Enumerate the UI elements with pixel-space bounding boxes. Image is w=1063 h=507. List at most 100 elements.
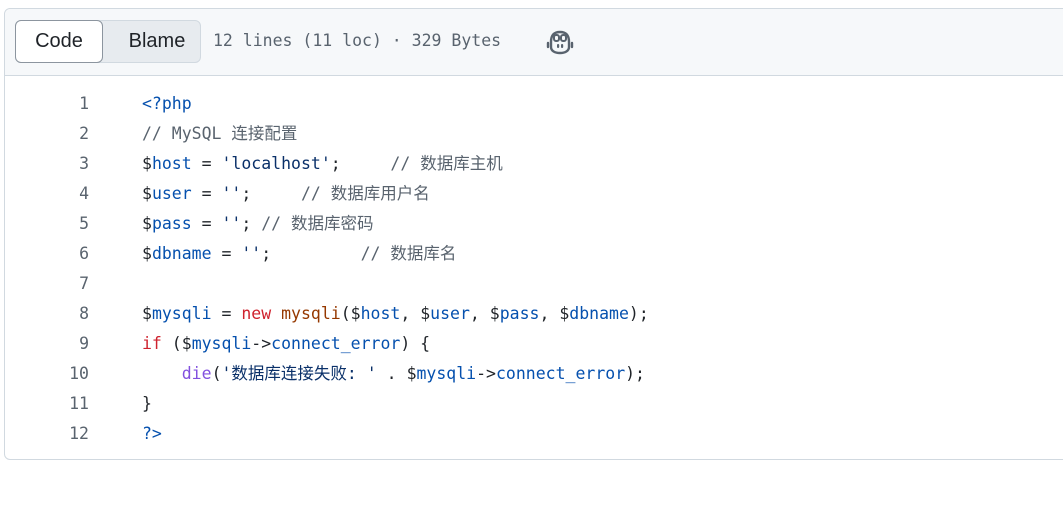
line-number[interactable]: 3 bbox=[5, 149, 89, 179]
code-token: if bbox=[142, 334, 162, 353]
code-token: pass bbox=[499, 304, 540, 323]
code-token: ) { bbox=[400, 334, 431, 353]
file-info: 12 lines (11 loc) · 329 Bytes bbox=[213, 31, 502, 50]
code-token: ; bbox=[261, 244, 361, 263]
code-line: 1 <?php bbox=[5, 89, 1063, 119]
line-number[interactable]: 10 bbox=[5, 359, 89, 389]
code-token: pass bbox=[151, 214, 192, 233]
code-token: // MySQL 连接配置 bbox=[142, 124, 298, 143]
code-token: ); bbox=[625, 364, 645, 383]
code-line: 5 $pass = ''; // 数据库密码 bbox=[5, 209, 1063, 239]
line-number[interactable]: 8 bbox=[5, 299, 89, 329]
line-code: } bbox=[142, 389, 152, 419]
code-token: '' bbox=[221, 184, 242, 203]
code-line: 8 $mysqli = new mysqli($host, $user, $pas… bbox=[5, 299, 1063, 329]
line-number[interactable]: 6 bbox=[5, 239, 89, 269]
code-token: die bbox=[181, 364, 212, 383]
code-token: $ bbox=[489, 304, 500, 323]
line-code: $pass = ''; // 数据库密码 bbox=[142, 209, 374, 239]
code-token: = bbox=[191, 154, 222, 173]
copilot-icon-svg bbox=[546, 30, 574, 55]
code-token: $ bbox=[142, 184, 152, 203]
copilot-icon[interactable] bbox=[546, 29, 574, 55]
code-token: $ bbox=[142, 304, 152, 323]
code-token: '数据库连接失败: ' bbox=[221, 364, 377, 383]
blame-tab-button[interactable]: Blame bbox=[112, 20, 202, 63]
code-line: 10 die('数据库连接失败: ' . $mysqli->connect_er… bbox=[5, 359, 1063, 389]
code-area: 1 <?php 2// MySQL 连接配置 3 $host = 'localhost'… bbox=[5, 89, 1063, 449]
code-token: mysqli bbox=[281, 304, 341, 323]
code-token: $ bbox=[559, 304, 570, 323]
code-line: 12 ?> bbox=[5, 419, 1063, 449]
line-number[interactable]: 7 bbox=[5, 269, 89, 299]
code-token: $ bbox=[142, 214, 152, 233]
code-token: ( bbox=[211, 364, 222, 383]
code-token: = bbox=[211, 244, 242, 263]
code-token: ); bbox=[628, 304, 649, 323]
code-token: , bbox=[539, 304, 560, 323]
line-code: // MySQL 连接配置 bbox=[142, 119, 297, 149]
code-token: connect_error bbox=[271, 334, 401, 353]
view-mode-toggle: Code Blame bbox=[15, 20, 201, 63]
code-token: ( bbox=[340, 304, 351, 323]
code-token: // 数据库名 bbox=[360, 244, 457, 263]
code-token: = bbox=[211, 304, 242, 323]
code-token: new bbox=[241, 304, 272, 323]
code-token: ; bbox=[330, 154, 391, 173]
line-code: $user = ''; // 数据库用户名 bbox=[142, 179, 430, 209]
line-number[interactable]: 9 bbox=[5, 329, 89, 359]
code-token: $ bbox=[181, 334, 192, 353]
code-line: 6 $dbname = ''; // 数据库名 bbox=[5, 239, 1063, 269]
line-code: $host = 'localhost'; // 数据库主机 bbox=[142, 149, 503, 179]
code-token: mysqli bbox=[151, 304, 212, 323]
code-token: = bbox=[191, 214, 222, 233]
code-line: 9 if ($mysqli->connect_error) { bbox=[5, 329, 1063, 359]
line-code: <?php bbox=[142, 89, 192, 119]
code-line: 2 // MySQL 连接配置 bbox=[5, 119, 1063, 149]
code-token: connect_error bbox=[495, 364, 626, 383]
code-token: -> bbox=[476, 364, 496, 383]
code-token: , bbox=[469, 304, 490, 323]
code-token: = bbox=[191, 184, 222, 203]
code-token: mysqli bbox=[191, 334, 252, 353]
code-token: -> bbox=[251, 334, 272, 353]
file-viewer: Code Blame 12 lines (11 loc) · 329 Bytes… bbox=[4, 8, 1063, 460]
code-token: 'localhost' bbox=[221, 154, 331, 173]
code-line: 3 $host = 'localhost'; // 数据库主机 bbox=[5, 149, 1063, 179]
code-token: host bbox=[151, 154, 192, 173]
code-token: , bbox=[400, 304, 421, 323]
code-tab-button[interactable]: Code bbox=[15, 20, 103, 63]
line-code: ?> bbox=[142, 419, 162, 449]
line-number[interactable]: 4 bbox=[5, 179, 89, 209]
line-number[interactable]: 2 bbox=[5, 119, 89, 149]
code-token: ( bbox=[161, 334, 182, 353]
line-code: die('数据库连接失败: ' . $mysqli->connect_error… bbox=[142, 359, 645, 389]
code-token: dbname bbox=[569, 304, 629, 323]
line-number[interactable]: 12 bbox=[5, 419, 89, 449]
code-line: 7 bbox=[5, 269, 1063, 299]
code-token: host bbox=[360, 304, 401, 323]
code-line: 11} bbox=[5, 389, 1063, 419]
code-token: $ bbox=[350, 304, 361, 323]
code-token: // 数据库密码 bbox=[261, 214, 374, 233]
code-token: user bbox=[430, 304, 470, 323]
code-token: ?> bbox=[142, 424, 162, 443]
code-token: $ bbox=[142, 154, 152, 173]
code-token: '' bbox=[241, 244, 262, 263]
code-token: mysqli bbox=[416, 364, 477, 383]
file-header: Code Blame 12 lines (11 loc) · 329 Bytes bbox=[5, 9, 1063, 76]
line-number[interactable]: 11 bbox=[5, 389, 89, 419]
line-number[interactable]: 5 bbox=[5, 209, 89, 239]
line-code: $mysqli = new mysqli($host, $user, $pass… bbox=[142, 299, 649, 329]
code-token: <?php bbox=[142, 94, 192, 113]
code-token: user bbox=[151, 184, 192, 203]
code-token: // 数据库主机 bbox=[390, 154, 503, 173]
code-token: $ bbox=[142, 244, 152, 263]
code-token: // 数据库用户名 bbox=[300, 184, 430, 203]
code-token: ; bbox=[241, 214, 262, 233]
line-number[interactable]: 1 bbox=[5, 89, 89, 119]
code-token: } bbox=[142, 394, 152, 413]
code-token: '' bbox=[221, 214, 242, 233]
